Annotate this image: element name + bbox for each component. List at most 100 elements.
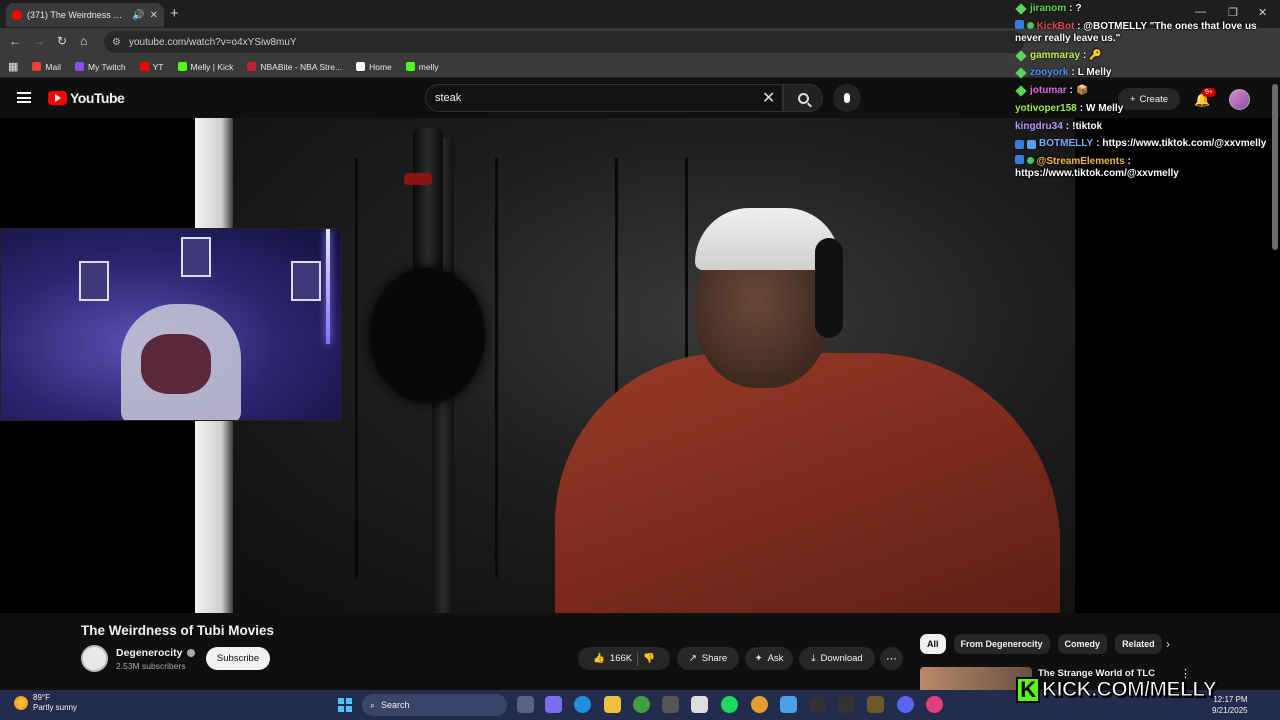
settings-icon[interactable] — [662, 696, 679, 713]
subscribe-button[interactable]: Subscribe — [206, 647, 270, 670]
search-input[interactable]: steak — [425, 84, 783, 112]
download-button[interactable]: ⤓ Download — [799, 647, 875, 670]
verified-icon — [186, 649, 195, 657]
share-icon: ↗ — [688, 653, 697, 664]
start-button[interactable] — [338, 698, 352, 712]
chat-user: gammaray — [1030, 49, 1081, 61]
menu-icon[interactable] — [17, 92, 31, 103]
sparkle-icon: ✦ — [754, 653, 763, 664]
voice-search-button[interactable] — [833, 84, 861, 112]
forward-icon[interactable]: → — [33, 34, 45, 48]
app-icon[interactable] — [867, 696, 884, 713]
search-button[interactable] — [783, 84, 823, 112]
more-actions-icon[interactable]: ⋯ — [880, 647, 903, 670]
close-tab-icon[interactable]: ✕ — [150, 10, 158, 21]
bookmark-nbabite[interactable]: NBABite - NBA Stre... — [247, 62, 342, 72]
photos-icon[interactable] — [780, 696, 797, 713]
reload-icon[interactable]: ↻ — [57, 34, 67, 48]
divider — [637, 651, 639, 666]
chat-text: ? — [1075, 3, 1082, 14]
bot-badge-icon — [1015, 139, 1024, 149]
app-pin-icon[interactable] — [926, 696, 943, 713]
like-icon[interactable]: 👍 — [593, 653, 605, 664]
new-tab-icon[interactable]: + — [170, 5, 179, 22]
chat-message: jiranom:? — [1015, 0, 1273, 18]
task-view-icon[interactable] — [517, 696, 534, 713]
discord-icon[interactable] — [897, 696, 914, 713]
share-button[interactable]: ↗ Share — [677, 647, 739, 670]
like-dislike-group: 👍 166K 👎 — [578, 647, 670, 670]
chrome-icon[interactable] — [751, 696, 768, 713]
chat-message: KickBot : @BOTMELLY "The ones that love … — [1015, 19, 1257, 44]
chat-message: zooyork: L Melly — [1015, 64, 1273, 82]
taskbar-search[interactable]: ⌕ Search — [362, 694, 507, 716]
chat-user: KickBot — [1036, 20, 1075, 32]
apps-icon[interactable]: ▦ — [8, 60, 18, 73]
chat-text: https://www.tiktok.com/@xxvmelly — [1102, 138, 1267, 150]
screen: (371) The Weirdness of Tubi 🔊 ✕ + — ❐ ✕ … — [0, 0, 1280, 720]
system-clock[interactable]: 12:17 PM 9/21/2025 — [1212, 694, 1248, 716]
page-scrollbar[interactable] — [1272, 84, 1278, 250]
studio-microphone — [413, 128, 443, 273]
chip-comedy[interactable]: Comedy — [1057, 634, 1108, 654]
back-icon[interactable]: ← — [9, 34, 21, 48]
youtube-play-icon — [48, 91, 67, 105]
channel-avatar[interactable] — [81, 645, 108, 672]
youtube-logo[interactable]: YouTube — [48, 90, 125, 106]
xbox-icon[interactable] — [633, 696, 650, 713]
wall-poster — [79, 261, 109, 301]
weather-widget[interactable]: 89°F Partly sunny — [14, 693, 77, 713]
acoustic-panel — [495, 158, 498, 578]
bookmark-mail[interactable]: Mail — [32, 62, 61, 72]
pop-filter — [370, 268, 485, 403]
dislike-icon[interactable]: 👎 — [643, 653, 655, 664]
kick-small-icon — [405, 62, 415, 71]
x-logo-icon — [356, 62, 366, 71]
verified-badge-icon — [1026, 156, 1034, 164]
streamer — [141, 334, 211, 394]
clear-search-icon[interactable]: ✕ — [762, 88, 775, 108]
subscriber-badge-icon — [1015, 49, 1027, 62]
chat-user: jotumar — [1030, 85, 1067, 97]
chip-from-channel[interactable]: From Degenerocity — [953, 634, 1050, 654]
chat-user: kingdru34 — [1015, 120, 1063, 132]
file-explorer-icon[interactable] — [604, 696, 621, 713]
copilot-icon[interactable] — [545, 696, 562, 713]
search-icon — [797, 92, 809, 104]
bookmark-kick[interactable]: Melly | Kick — [177, 62, 233, 72]
chevron-right-icon[interactable]: › — [1166, 637, 1170, 651]
terminal-icon[interactable] — [838, 696, 855, 713]
chat-message: gammaray: 🔑 — [1015, 47, 1273, 65]
site-info-icon[interactable]: ⚙ — [112, 37, 121, 48]
bookmark-yt[interactable]: YT — [139, 62, 164, 72]
nbabite-icon — [247, 62, 257, 71]
chat-message: yotivoper158: W Melly — [1015, 100, 1273, 118]
channel-name[interactable]: Degenerocity — [116, 647, 195, 659]
bookmark-x-home[interactable]: Home — [356, 62, 392, 72]
chat-text: https://www.tiktok.com/@xxvmelly — [1015, 167, 1179, 179]
address-bar[interactable]: ⚙ youtube.com/watch?v=o4xYSiw8muY — [104, 31, 1024, 53]
store-icon[interactable] — [691, 696, 708, 713]
chat-text: W Melly — [1086, 102, 1124, 114]
subscriber-badge-icon — [1015, 67, 1027, 79]
chat-text: 📦 — [1076, 85, 1089, 97]
browser-tab[interactable]: (371) The Weirdness of Tubi 🔊 ✕ — [6, 3, 164, 27]
edge-icon[interactable] — [574, 696, 591, 713]
speaker-icon[interactable]: 🔊 — [132, 10, 144, 21]
subscriber-badge-icon — [1015, 3, 1027, 15]
bookmark-twitch[interactable]: My Twitch — [75, 62, 126, 72]
mic-ring — [404, 173, 432, 185]
media-player-icon[interactable] — [809, 696, 826, 713]
kick-icon — [177, 62, 187, 71]
like-count[interactable]: 166K — [610, 653, 632, 664]
bookmark-melly[interactable]: melly — [405, 62, 439, 72]
mic-icon — [844, 93, 850, 103]
ask-button[interactable]: ✦ Ask — [745, 647, 793, 670]
spotify-icon[interactable] — [721, 696, 738, 713]
bot-badge-icon — [1015, 19, 1024, 29]
chip-all[interactable]: All — [920, 634, 946, 654]
youtube-favicon-icon — [12, 10, 22, 20]
chip-related[interactable]: Related — [1115, 634, 1162, 654]
kick-overlay-banner: K KICK.COM/MELLY — [1016, 674, 1217, 706]
home-icon[interactable]: ⌂ — [80, 34, 87, 48]
